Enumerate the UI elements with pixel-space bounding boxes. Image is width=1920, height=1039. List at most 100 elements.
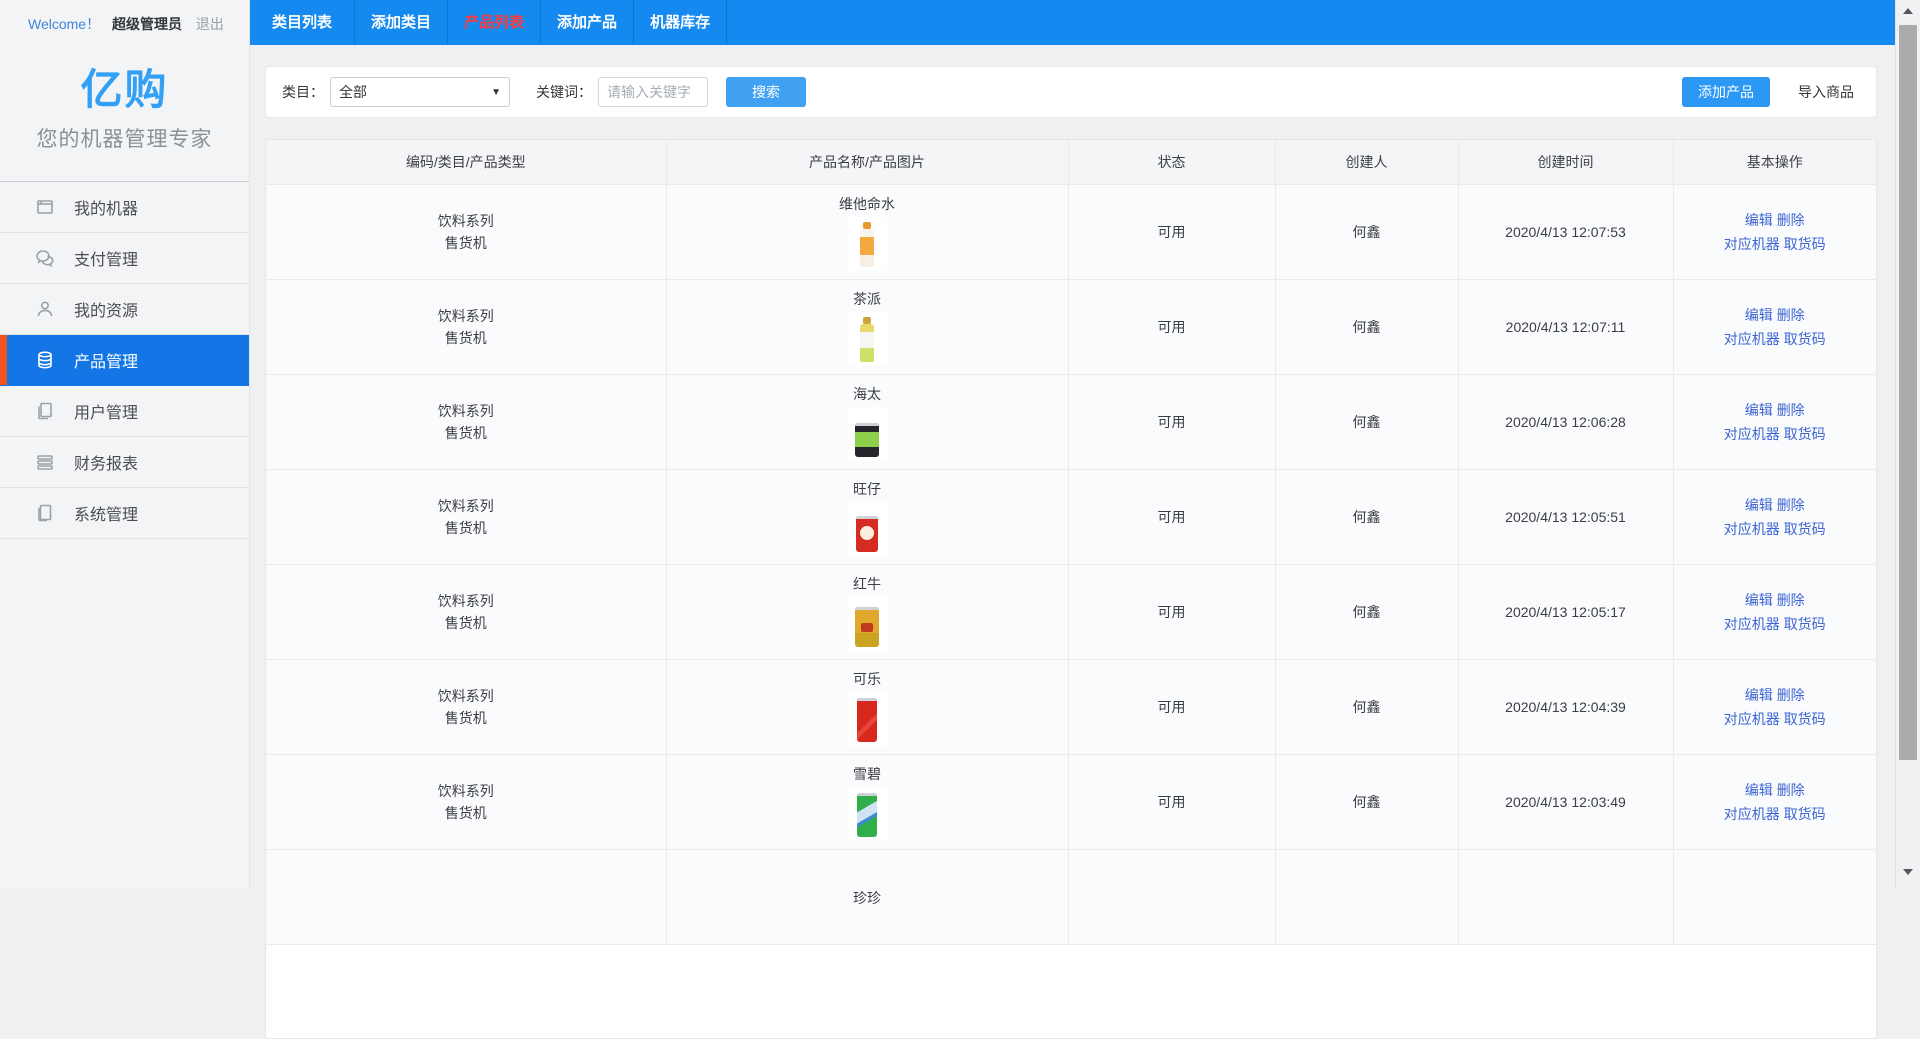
sidebar-item-system[interactable]: 系统管理	[0, 488, 249, 539]
linked-machines-link[interactable]: 对应机器	[1724, 236, 1780, 252]
cell-category-type: 饮料系列售货机	[266, 279, 666, 374]
cell-creator: 何鑫	[1275, 754, 1458, 849]
add-product-button[interactable]: 添加产品	[1682, 77, 1770, 107]
tab-product-list[interactable]: 产品列表	[448, 0, 541, 45]
triangle-down-icon	[1903, 869, 1913, 875]
chevron-down-icon: ▼	[491, 87, 501, 98]
linked-machines-link[interactable]: 对应机器	[1724, 331, 1780, 347]
main-content: 类目： 全部 ▼ 关键词： 搜索 添加产品 导入商品 编码/类目/产品类型产品名…	[250, 45, 1895, 889]
category-text: 饮料系列	[266, 400, 666, 422]
tab-add-category[interactable]: 添加类目	[355, 0, 448, 45]
cell-actions	[1673, 849, 1876, 944]
cell-status: 可用	[1068, 469, 1275, 564]
users-icon	[34, 400, 56, 422]
delete-link[interactable]: 删除	[1777, 687, 1805, 703]
edit-link[interactable]: 编辑	[1745, 782, 1773, 798]
table-row: 饮料系列售货机茶派可用何鑫2020/4/13 12:07:11编辑 删除对应机器…	[266, 279, 1876, 374]
sidebar-item-my-machines[interactable]: 我的机器	[0, 182, 249, 233]
edit-link[interactable]: 编辑	[1745, 687, 1773, 703]
edit-link[interactable]: 编辑	[1745, 402, 1773, 418]
cell-actions: 编辑 删除对应机器 取货码	[1673, 659, 1876, 754]
column-header: 产品名称/产品图片	[666, 140, 1068, 184]
sidebar-item-products[interactable]: 产品管理	[0, 335, 249, 386]
category-text: 饮料系列	[266, 780, 666, 802]
column-header: 状态	[1068, 140, 1275, 184]
table-header-row: 编码/类目/产品类型产品名称/产品图片状态创建人创建时间基本操作	[266, 140, 1876, 184]
sidebar-item-users[interactable]: 用户管理	[0, 386, 249, 437]
table-row: 饮料系列售货机可乐可用何鑫2020/4/13 12:04:39编辑 删除对应机器…	[266, 659, 1876, 754]
search-button[interactable]: 搜索	[726, 77, 806, 107]
delete-link[interactable]: 删除	[1777, 497, 1805, 513]
linked-machines-link[interactable]: 对应机器	[1724, 521, 1780, 537]
pickup-code-link[interactable]: 取货码	[1784, 331, 1826, 347]
edit-link[interactable]: 编辑	[1745, 212, 1773, 228]
import-products-link[interactable]: 导入商品	[1798, 82, 1854, 102]
cell-product: 海太	[666, 374, 1068, 469]
product-image	[847, 597, 887, 651]
linked-machines-link[interactable]: 对应机器	[1724, 426, 1780, 442]
tab-category-list[interactable]: 类目列表	[250, 0, 355, 45]
category-text: 饮料系列	[266, 305, 666, 327]
logout-link[interactable]: 退出	[196, 16, 224, 32]
category-select[interactable]: 全部 ▼	[330, 77, 510, 107]
edit-link[interactable]: 编辑	[1745, 497, 1773, 513]
cell-created: 2020/4/13 12:05:51	[1458, 469, 1673, 564]
cell-product: 珍珍	[666, 849, 1068, 944]
type-text: 售货机	[266, 327, 666, 349]
scroll-down-arrow[interactable]	[1896, 863, 1920, 881]
cell-status: 可用	[1068, 374, 1275, 469]
pickup-code-link[interactable]: 取货码	[1784, 426, 1826, 442]
product-image	[847, 502, 887, 556]
linked-machines-link[interactable]: 对应机器	[1724, 616, 1780, 632]
logo-tagline: 您的机器管理专家	[0, 123, 249, 153]
table-body: 饮料系列售货机维他命水可用何鑫2020/4/13 12:07:53编辑 删除对应…	[266, 184, 1876, 944]
pickup-code-link[interactable]: 取货码	[1784, 806, 1826, 822]
pickup-code-link[interactable]: 取货码	[1784, 616, 1826, 632]
product-name: 旺仔	[667, 480, 1068, 498]
sidebar-item-payments[interactable]: 支付管理	[0, 233, 249, 284]
delete-link[interactable]: 删除	[1777, 402, 1805, 418]
cell-created	[1458, 849, 1673, 944]
delete-link[interactable]: 删除	[1777, 307, 1805, 323]
cell-actions: 编辑 删除对应机器 取货码	[1673, 374, 1876, 469]
cell-creator: 何鑫	[1275, 374, 1458, 469]
product-name: 雪碧	[667, 765, 1068, 783]
edit-link[interactable]: 编辑	[1745, 307, 1773, 323]
scrollbar-thumb[interactable]	[1899, 25, 1917, 760]
pickup-code-link[interactable]: 取货码	[1784, 521, 1826, 537]
tab-add-product[interactable]: 添加产品	[541, 0, 634, 45]
linked-machines-link[interactable]: 对应机器	[1724, 711, 1780, 727]
scroll-up-arrow[interactable]	[1896, 2, 1920, 20]
machine-icon	[34, 196, 56, 218]
cell-status	[1068, 849, 1275, 944]
sidebar-item-finance[interactable]: 财务报表	[0, 437, 249, 488]
cell-created: 2020/4/13 12:03:49	[1458, 754, 1673, 849]
pickup-code-link[interactable]: 取货码	[1784, 236, 1826, 252]
sidebar-item-label: 我的机器	[74, 195, 138, 219]
cell-creator: 何鑫	[1275, 469, 1458, 564]
cell-actions: 编辑 删除对应机器 取货码	[1673, 564, 1876, 659]
keyword-input[interactable]	[598, 77, 708, 107]
product-image	[847, 217, 887, 271]
cell-product: 雪碧	[666, 754, 1068, 849]
tab-machine-stock[interactable]: 机器库存	[634, 0, 727, 45]
delete-link[interactable]: 删除	[1777, 592, 1805, 608]
finance-icon	[34, 451, 56, 473]
cell-product: 维他命水	[666, 184, 1068, 279]
linked-machines-link[interactable]: 对应机器	[1724, 806, 1780, 822]
type-text: 售货机	[266, 232, 666, 254]
cell-status: 可用	[1068, 659, 1275, 754]
edit-link[interactable]: 编辑	[1745, 592, 1773, 608]
sidebar-item-label: 用户管理	[74, 399, 138, 423]
filter-bar: 类目： 全部 ▼ 关键词： 搜索 添加产品 导入商品	[265, 66, 1877, 118]
product-name: 茶派	[667, 290, 1068, 308]
product-name: 海太	[667, 385, 1068, 403]
sidebar-item-label: 系统管理	[74, 501, 138, 525]
type-text: 售货机	[266, 422, 666, 444]
pickup-code-link[interactable]: 取货码	[1784, 711, 1826, 727]
delete-link[interactable]: 删除	[1777, 212, 1805, 228]
delete-link[interactable]: 删除	[1777, 782, 1805, 798]
cell-category-type: 饮料系列售货机	[266, 374, 666, 469]
sidebar-item-my-resources[interactable]: 我的资源	[0, 284, 249, 335]
payment-icon	[34, 247, 56, 269]
